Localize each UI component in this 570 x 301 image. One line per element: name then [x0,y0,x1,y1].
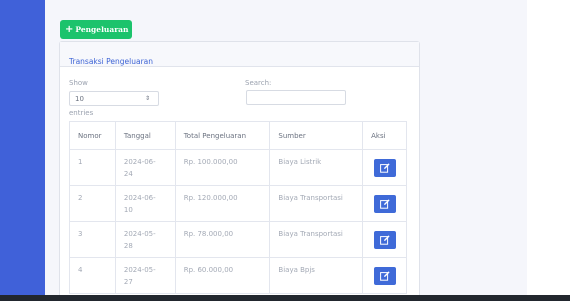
add-pengeluaran-button[interactable]: + Pengeluaran [60,20,132,39]
tanggal-line1: 2024-05- [123,230,156,238]
cell-total: Rp. 120.000,00 [174,185,271,222]
cell-sumber: Biaya Transportasi [269,185,364,222]
edit-button[interactable] [373,230,396,249]
cell-nomor: 2 [69,185,116,222]
select-arrows-icon: ⇕ [144,95,150,102]
entries-select-value: 10 [75,95,84,103]
edit-icon [379,234,390,245]
edit-icon [379,270,390,281]
cell-tanggal: 2024-06- 10 [114,185,176,222]
edit-icon [379,162,390,173]
cell-aksi [362,221,407,258]
show-label: Show [69,79,88,87]
sidebar [0,0,45,301]
column-header-sumber[interactable]: Sumber [269,121,364,150]
cell-total: Rp. 100.000,00 [174,149,271,186]
cell-tanggal: 2024-05- 28 [114,221,176,258]
cell-tanggal: 2024-05- 27 [114,257,176,294]
cell-sumber: Biaya Bpjs [269,257,364,294]
add-button-label: Pengeluaran [75,25,129,34]
edit-button[interactable] [373,158,396,177]
cell-total: Rp. 60.000,00 [174,257,271,294]
table-row: 2 2024-06- 10 Rp. 120.000,00 Biaya Transp… [69,185,407,222]
column-header-aksi[interactable]: Aksi [362,121,407,150]
pengeluaran-table: Nomor Tanggal Total Pengeluaran Sumber A… [69,121,407,294]
tanggal-line2: 10 [123,206,133,214]
cell-tanggal: 2024-06- 24 [114,149,176,186]
plus-icon: + [65,24,74,35]
tanggal-line2: 24 [123,170,133,178]
cell-aksi [362,149,407,186]
cell-nomor: 3 [69,221,116,258]
table-row: 1 2024-06- 24 Rp. 100.000,00 Biaya Listri… [69,149,407,186]
tanggal-line2: 27 [123,278,133,286]
tanggal-line1: 2024-06- [123,158,156,166]
column-header-tanggal[interactable]: Tanggal [114,121,176,150]
table-row: 4 2024-05- 27 Rp. 60.000,00 Biaya Bpjs [69,257,407,294]
cell-nomor: 4 [69,257,116,294]
cell-sumber: Biaya Transportasi [269,221,364,258]
taskbar [0,295,570,301]
cell-total: Rp. 78.000,00 [174,221,271,258]
tanggal-line2: 28 [123,242,133,250]
tanggal-line1: 2024-06- [123,194,156,202]
search-label: Search: [245,79,272,87]
table-row: 3 2024-05- 28 Rp. 78.000,00 Biaya Transpo… [69,221,407,258]
cell-sumber: Biaya Listrik [269,149,364,186]
entries-label: entries [69,109,94,117]
edit-icon [379,198,390,209]
edit-button[interactable] [373,194,396,213]
column-header-nomor[interactable]: Nomor [69,121,116,150]
tanggal-line1: 2024-05- [123,266,156,274]
edit-button[interactable] [373,266,396,285]
table-header-row: Nomor Tanggal Total Pengeluaran Sumber A… [69,121,407,150]
column-header-total[interactable]: Total Pengeluaran [174,121,271,150]
cell-aksi [362,257,407,294]
cell-aksi [362,185,407,222]
page-margin [527,0,570,301]
card-header: Transaksi Pengeluaran [60,42,419,67]
cell-nomor: 1 [69,149,116,186]
search-input[interactable] [246,90,346,105]
card-title: Transaksi Pengeluaran [69,57,153,66]
transaksi-card: Transaksi Pengeluaran Show 10 ⇕ entries … [59,41,420,301]
entries-select[interactable]: 10 ⇕ [69,91,159,106]
